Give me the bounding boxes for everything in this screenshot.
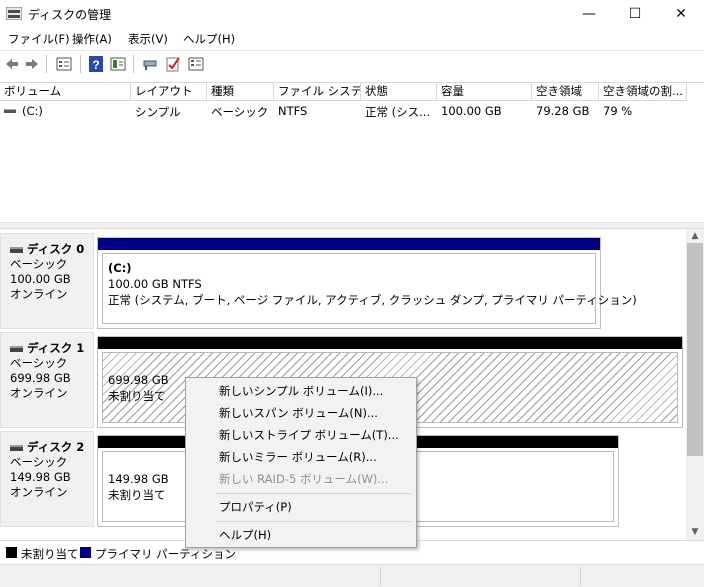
disk-size: 100.00 GB [10,272,71,286]
help-icon[interactable]: ? [88,56,104,72]
disk-management-app-icon [6,7,22,20]
menu-separator [216,493,412,494]
disk-icon [10,444,23,451]
disk-kind: ベーシック [10,257,68,271]
menu-separator [216,521,412,522]
toolbar: ? [0,50,704,76]
window-title: ディスクの管理 [28,8,112,22]
volume-drive-icon [4,109,16,113]
menu-item-new-mirror-volume[interactable]: 新しいミラー ボリューム(R)... [186,446,416,468]
primary-partition-stripe [98,238,600,250]
cell-filesystem: NTFS [278,104,308,118]
properties-view-icon[interactable] [56,56,72,72]
disk-state: オンライン [10,485,68,499]
menu-item-new-striped-volume[interactable]: 新しいストライプ ボリューム(T)... [186,424,416,446]
column-header-status[interactable]: 状態 [361,83,437,101]
partition-c[interactable]: (C:) 100.00 GB NTFS 正常 (システム, ブート, ページ フ… [97,237,637,329]
cell-capacity: 100.00 GB [441,104,502,118]
cell-free-space: 79.28 GB [536,104,590,118]
column-header-layout[interactable]: レイアウト [131,83,207,101]
column-header-free-percent[interactable]: 空き領域の割... [599,83,687,101]
menu-view[interactable]: 表示(V) [128,31,168,47]
scroll-down-button[interactable]: ▼ [686,525,704,540]
scroll-up-button[interactable]: ▲ [686,229,704,244]
partition-label: (C:) [108,261,132,275]
legend-unallocated-label: 未割り当て [21,547,79,561]
volume-list: ボリューム レイアウト 種類 ファイル システム 状態 容量 空き領域 空き領域… [0,82,704,222]
connect-icon[interactable] [142,56,158,72]
disk-size: 699.98 GB [10,371,71,385]
toolbar-separator [133,55,134,73]
check-icon[interactable] [165,56,181,72]
menu-item-properties[interactable]: プロパティ(P) [186,496,416,518]
disk-state: オンライン [10,287,68,301]
disk-kind: ベーシック [10,455,68,469]
unallocated-stripe [98,337,682,349]
legend-primary-label: プライマリ パーティション [95,547,236,561]
toolbar-separator [80,55,81,73]
pane-splitter[interactable] [0,222,704,229]
scroll-thumb[interactable] [687,243,703,456]
back-arrow-icon[interactable] [4,56,20,72]
title-bar: ディスクの管理 — ☐ ✕ [0,0,704,28]
menu-bar: ファイル(F) 操作(A) 表示(V) ヘルプ(H) [0,28,704,48]
disk-kind: ベーシック [10,356,68,370]
disk-name: ディスク 0 [27,242,85,256]
status-bar [0,564,704,587]
disk-label-2[interactable]: ディスク 2 ベーシック 149.98 GB オンライン [0,431,94,527]
menu-item-new-simple-volume[interactable]: 新しいシンプル ボリューム(I)... [186,380,416,402]
legend-unallocated-swatch [6,547,17,558]
disk-icon [10,345,23,352]
column-header-filesystem[interactable]: ファイル システム [274,83,361,101]
partition-c-content: (C:) 100.00 GB NTFS 正常 (システム, ブート, ページ フ… [102,253,637,324]
cell-free-percent: 79 % [603,104,633,118]
toolbar-separator [46,55,47,73]
disk-row-0: ディスク 0 ベーシック 100.00 GB オンライン (C:) 100.00… [0,233,686,329]
disk-state: オンライン [10,386,68,400]
help-topics-icon[interactable] [110,56,126,72]
column-header-capacity[interactable]: 容量 [437,83,532,101]
disk-label-1[interactable]: ディスク 1 ベーシック 699.98 GB オンライン [0,332,94,428]
menu-item-new-raid5-volume: 新しい RAID-5 ボリューム(W)... [219,472,389,486]
menu-file[interactable]: ファイル(F) [8,31,70,47]
context-menu: 新しいシンプル ボリューム(I)... 新しいスパン ボリューム(N)... 新… [185,377,417,548]
maximize-button[interactable]: ☐ [612,0,658,28]
vertical-scrollbar[interactable]: ▲ ▼ [686,229,704,540]
disk-name: ディスク 2 [27,440,85,454]
partition-status: 正常 (システム, ブート, ページ ファイル, アクティブ, クラッシュ ダン… [108,293,637,307]
column-header-volume[interactable]: ボリューム [0,83,131,101]
status-bar-pane [580,567,704,586]
cell-volume: (C:) [22,104,43,118]
console-icon[interactable] [188,56,204,72]
cell-status: 正常 (シス... [365,105,431,119]
maximize-icon: ☐ [628,6,642,22]
forward-arrow-icon[interactable] [24,56,40,72]
svg-text:?: ? [92,58,99,72]
column-header-free-space[interactable]: 空き領域 [532,83,599,101]
minimize-icon: — [582,6,596,22]
close-button[interactable]: ✕ [658,0,704,28]
close-icon: ✕ [675,6,687,22]
disk-icon [10,246,23,253]
disk-name: ディスク 1 [27,341,85,355]
partition-detail: 100.00 GB NTFS [108,277,202,291]
menu-help[interactable]: ヘルプ(H) [183,31,235,47]
disk-label-0[interactable]: ディスク 0 ベーシック 100.00 GB オンライン [0,233,94,329]
cell-type: ベーシック [211,105,269,119]
disk-size: 149.98 GB [10,470,71,484]
status-bar-pane [380,567,580,586]
minimize-button[interactable]: — [566,0,612,28]
menu-item-help[interactable]: ヘルプ(H) [186,524,416,546]
legend-primary-swatch [80,547,91,558]
menu-item-new-spanned-volume[interactable]: 新しいスパン ボリューム(N)... [186,402,416,424]
menu-action[interactable]: 操作(A) [72,31,112,47]
cell-layout: シンプル [135,105,181,119]
column-header-type[interactable]: 種類 [207,83,274,101]
